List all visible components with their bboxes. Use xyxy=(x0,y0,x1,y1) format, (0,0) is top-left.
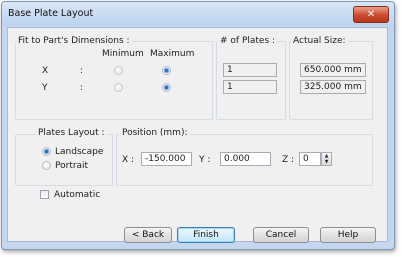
help-button[interactable]: Help xyxy=(320,227,376,243)
position-label: Position (mm): xyxy=(120,128,190,138)
radio-y-maximum[interactable] xyxy=(162,83,171,92)
spin-down-icon[interactable]: ▼ xyxy=(322,159,331,165)
finish-button[interactable]: Finish xyxy=(177,227,235,243)
actual-size-label: Actual Size: xyxy=(291,36,348,46)
row-x-label: X xyxy=(42,66,49,76)
plates-label: # of Plates : xyxy=(218,36,278,46)
actual-size-x-field: 650.000 mm xyxy=(300,63,366,77)
row-x-sep: : xyxy=(80,66,84,76)
plates-y-field[interactable]: 1 xyxy=(223,80,277,94)
window-title: Base Plate Layout xyxy=(8,8,94,19)
actual-size-y-field: 325.000 mm xyxy=(300,80,366,94)
close-button[interactable]: ✕ xyxy=(353,6,389,23)
row-y-sep: : xyxy=(80,83,84,93)
radio-landscape[interactable] xyxy=(42,147,51,156)
automatic-label[interactable]: Automatic xyxy=(54,190,100,200)
cancel-button[interactable]: Cancel xyxy=(253,227,309,243)
automatic-checkbox[interactable] xyxy=(40,190,49,199)
fit-dimensions-label: Fit to Part's Dimensions : xyxy=(16,36,132,46)
title-bar[interactable]: Base Plate Layout ✕ xyxy=(2,2,394,26)
portrait-label[interactable]: Portrait xyxy=(55,161,88,171)
plates-layout-label: Plates Layout : xyxy=(36,128,107,138)
plates-layout-group xyxy=(15,134,113,186)
position-y-input[interactable]: 0.000 xyxy=(220,152,271,166)
radio-y-minimum[interactable] xyxy=(114,83,123,92)
position-z-input[interactable]: 0 xyxy=(299,152,321,166)
position-x-label: X : xyxy=(122,155,135,165)
radio-portrait[interactable] xyxy=(42,161,51,170)
radio-x-maximum[interactable] xyxy=(162,66,171,75)
position-y-label: Y : xyxy=(199,155,211,165)
maximum-header: Maximum xyxy=(150,49,195,59)
base-plate-layout-dialog: Base Plate Layout ✕ Fit to Part's Dimens… xyxy=(1,1,395,250)
landscape-label[interactable]: Landscape xyxy=(55,147,103,157)
row-y-label: Y xyxy=(42,83,48,93)
back-button[interactable]: < Back xyxy=(124,227,172,243)
close-icon: ✕ xyxy=(366,9,376,20)
position-z-spinner[interactable]: ▲ ▼ xyxy=(321,152,332,166)
position-x-input[interactable]: -150.000 xyxy=(141,152,192,166)
position-z-label: Z : xyxy=(282,155,295,165)
minimum-header: Minimum xyxy=(102,49,144,59)
radio-x-minimum[interactable] xyxy=(114,66,123,75)
plates-x-field[interactable]: 1 xyxy=(223,63,277,77)
